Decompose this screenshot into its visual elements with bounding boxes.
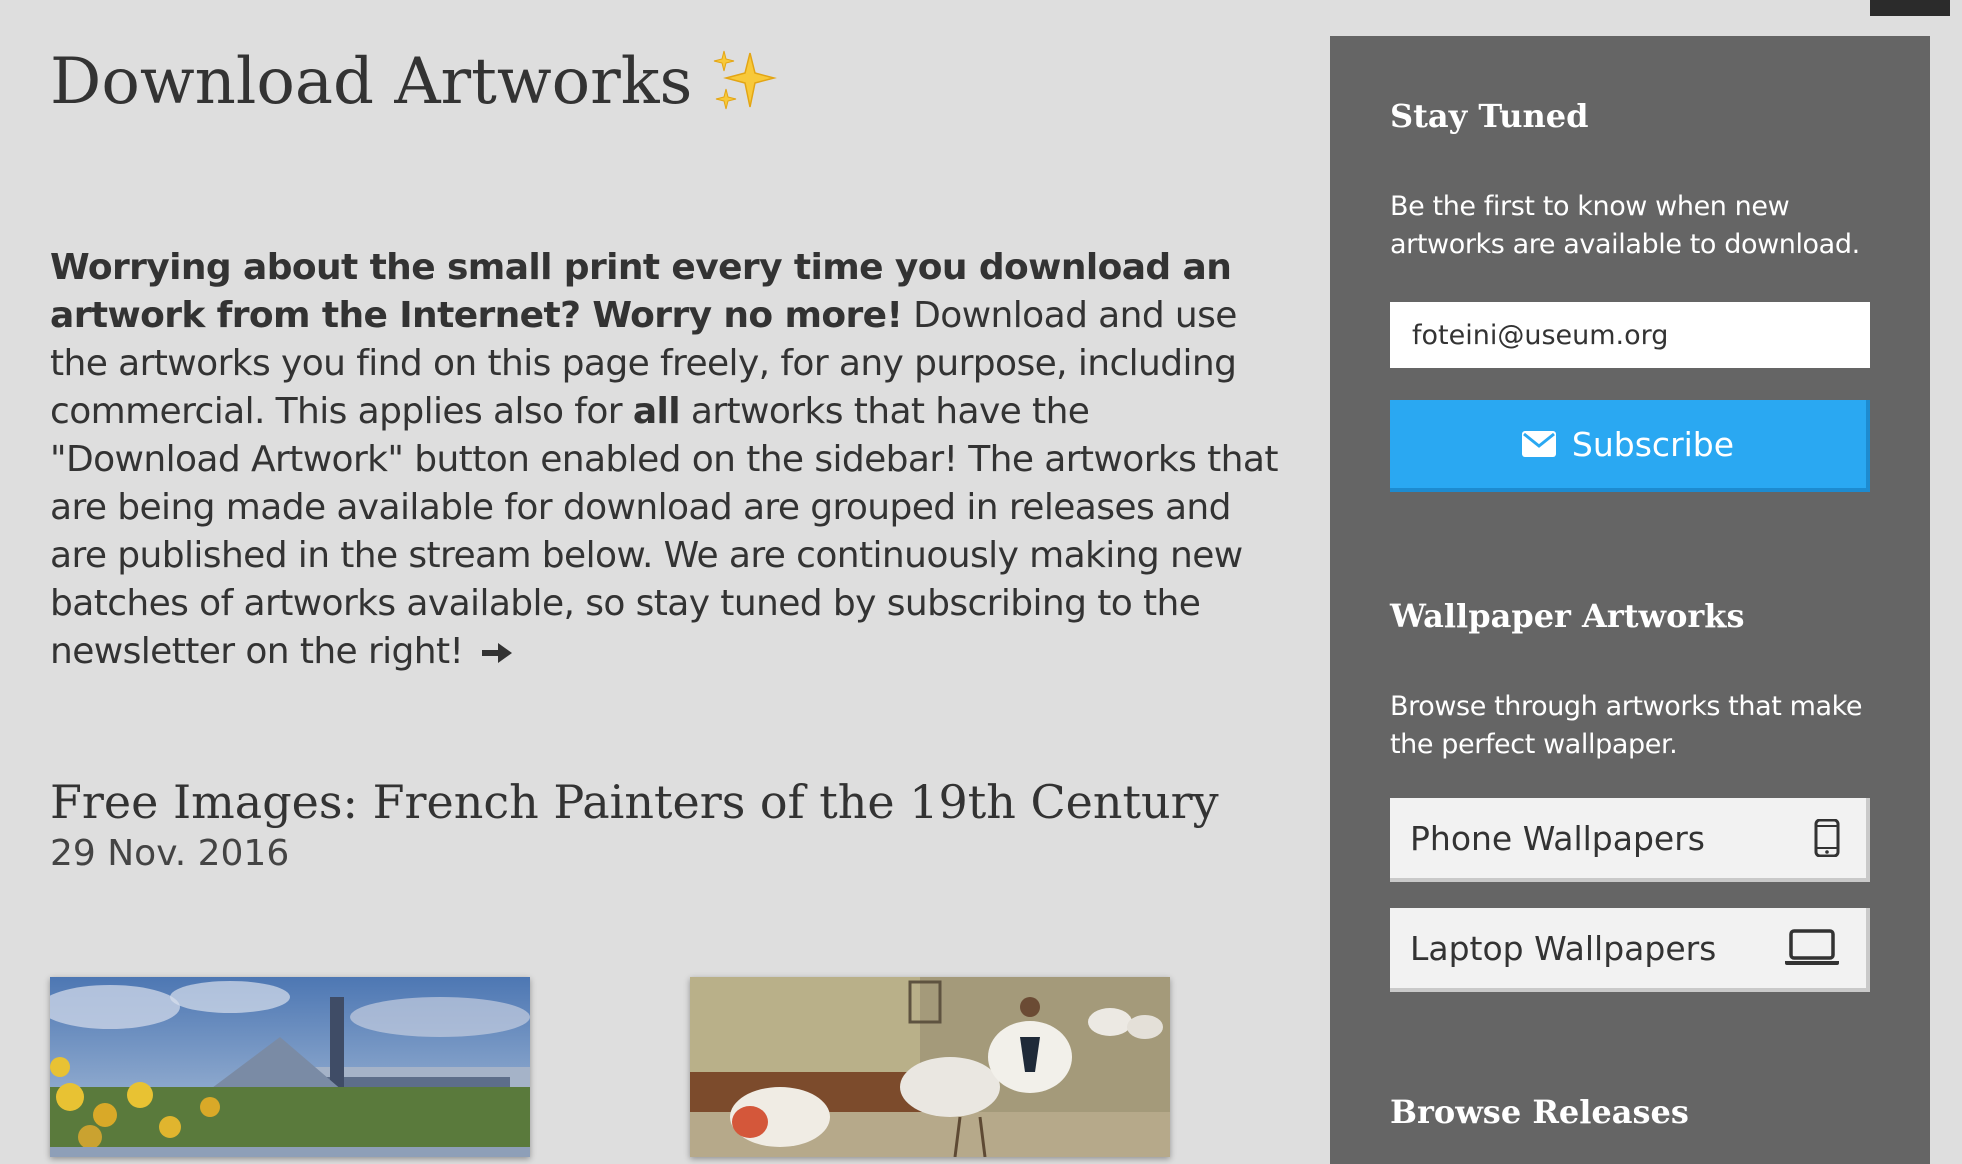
dance-class-painting-image	[690, 977, 1170, 1157]
browse-releases-heading: Browse Releases	[1390, 1093, 1689, 1131]
sunflowers-painting-image	[50, 977, 530, 1157]
phone-wallpapers-button[interactable]: Phone Wallpapers	[1390, 798, 1870, 882]
envelope-icon	[1521, 431, 1556, 457]
stay-tuned-heading: Stay Tuned	[1390, 97, 1589, 135]
sparkles-icon	[714, 50, 778, 110]
laptop-wallpapers-button[interactable]: Laptop Wallpapers	[1390, 908, 1870, 992]
phone-wallpapers-label: Phone Wallpapers	[1410, 818, 1705, 858]
email-field[interactable]	[1390, 302, 1870, 368]
top-corner-tab[interactable]	[1870, 0, 1950, 16]
intro-paragraph: Worrying about the small print every tim…	[50, 244, 1290, 676]
stay-tuned-text: Be the first to know when new artworks a…	[1390, 191, 1860, 260]
artwork-thumbnail-sunflowers[interactable]	[50, 977, 530, 1157]
subscribe-button-label: Subscribe	[1571, 424, 1735, 464]
release-date: 29 Nov. 2016	[50, 833, 290, 874]
wallpaper-artworks-heading: Wallpaper Artworks	[1390, 597, 1745, 635]
arrow-right-icon	[482, 643, 513, 663]
laptop-icon	[1785, 929, 1839, 965]
page-title-text: Download Artworks	[50, 45, 693, 119]
subscribe-button[interactable]: Subscribe	[1390, 400, 1870, 492]
intro-bold-all: all	[632, 391, 681, 432]
wallpaper-artworks-text: Browse through artworks that make the pe…	[1390, 691, 1863, 760]
sidebar: Stay Tuned Be the first to know when new…	[1330, 36, 1930, 1164]
phone-icon	[1814, 819, 1840, 857]
laptop-wallpapers-label: Laptop Wallpapers	[1410, 928, 1717, 968]
page-title: Download Artworks	[50, 40, 1290, 124]
main-content: Download Artworks Worrying about the sma…	[50, 40, 1290, 1157]
release-title[interactable]: Free Images: French Painters of the 19th…	[50, 770, 1219, 834]
intro-text-part2: artworks that have the "Download Artwork…	[50, 391, 1278, 672]
artwork-thumbnail-dance-class[interactable]	[690, 977, 1170, 1157]
